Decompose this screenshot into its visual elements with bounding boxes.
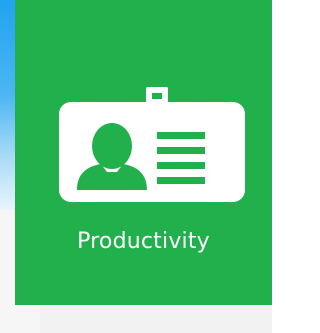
- id-badge-icon: [59, 87, 245, 202]
- tile-label: Productivity: [77, 229, 210, 254]
- start-screen: Productivity: [0, 0, 272, 333]
- productivity-tile[interactable]: Productivity: [15, 0, 272, 305]
